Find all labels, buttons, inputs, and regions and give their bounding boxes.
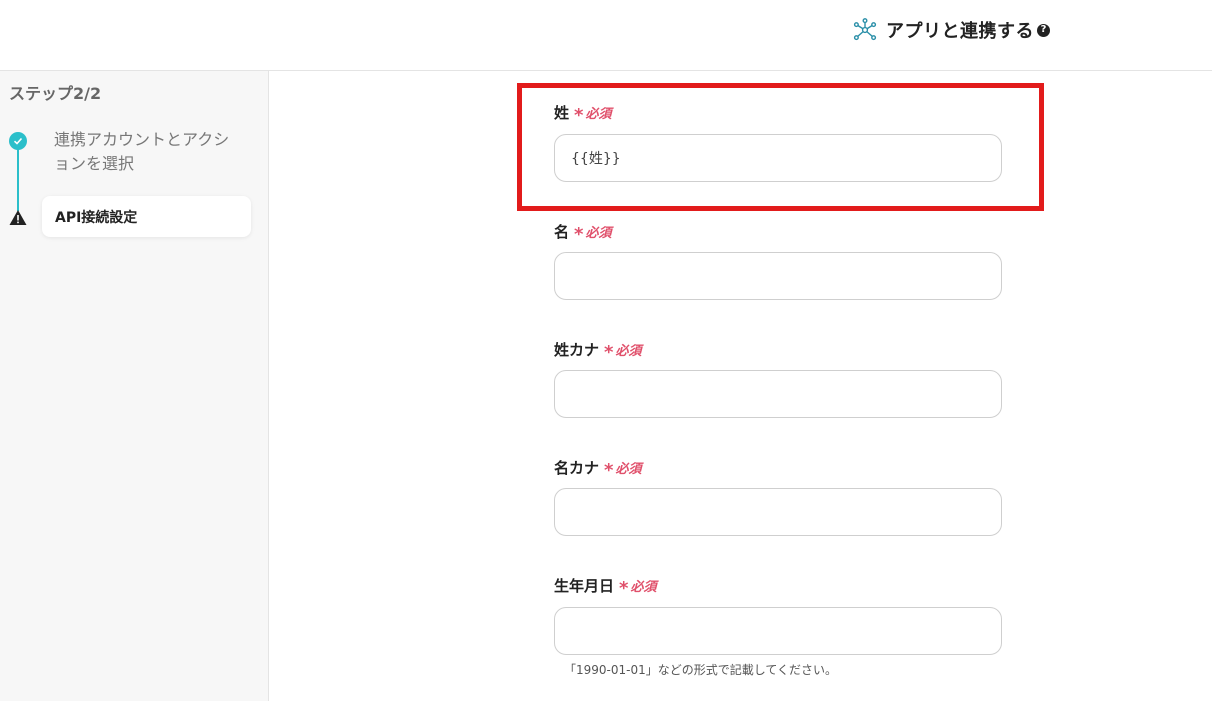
required-asterisk: * [619, 578, 629, 599]
highlight-annotation-box [517, 83, 1044, 211]
required-asterisk: * [604, 342, 614, 363]
first-name-input[interactable] [554, 252, 1002, 300]
field-label-text: 名カナ [554, 459, 600, 477]
timeline-connector [17, 149, 19, 211]
required-asterisk: * [604, 460, 614, 481]
header-title: アプリと連携する [886, 21, 1034, 42]
field-label-birthdate: 生年月日 * 必須 [554, 575, 657, 599]
birthdate-input[interactable] [554, 607, 1002, 655]
step-api-settings-label: API接続設定 [55, 210, 138, 226]
warning-triangle-icon [9, 210, 27, 225]
field-label-text: 姓カナ [554, 341, 600, 359]
step-api-settings[interactable]: API接続設定 [42, 196, 251, 237]
required-text: 必須 [585, 226, 612, 241]
field-label-first-name: 名 * 必須 [554, 221, 612, 245]
birthdate-format-hint: 「1990-01-01」などの形式で記載してください。 [564, 663, 838, 677]
field-label-text: 生年月日 [554, 577, 615, 595]
first-name-kana-input[interactable] [554, 488, 1002, 536]
network-hub-icon [853, 18, 877, 41]
field-label-last-name-kana: 姓カナ * 必須 [554, 339, 642, 363]
step-select-account-label[interactable]: 連携アカウントとアクションを選択 [54, 128, 244, 176]
last-name-kana-input[interactable] [554, 370, 1002, 418]
connect-app-link[interactable]: アプリと連携する ? [853, 16, 1050, 44]
question-circle-icon[interactable]: ? [1037, 23, 1050, 37]
top-header: アプリと連携する ? [0, 0, 1212, 71]
check-circle-icon [9, 132, 27, 150]
required-asterisk: * [574, 224, 584, 245]
field-label-first-name-kana: 名カナ * 必須 [554, 457, 642, 481]
required-text: 必須 [615, 344, 642, 359]
required-text: 必須 [630, 580, 657, 595]
step-progress-title: ステップ2/2 [9, 84, 102, 103]
step-sidebar: ステップ2/2 連携アカウントとアクションを選択 API接続設定 [0, 71, 269, 701]
field-label-text: 名 [554, 223, 570, 241]
required-text: 必須 [615, 462, 642, 477]
